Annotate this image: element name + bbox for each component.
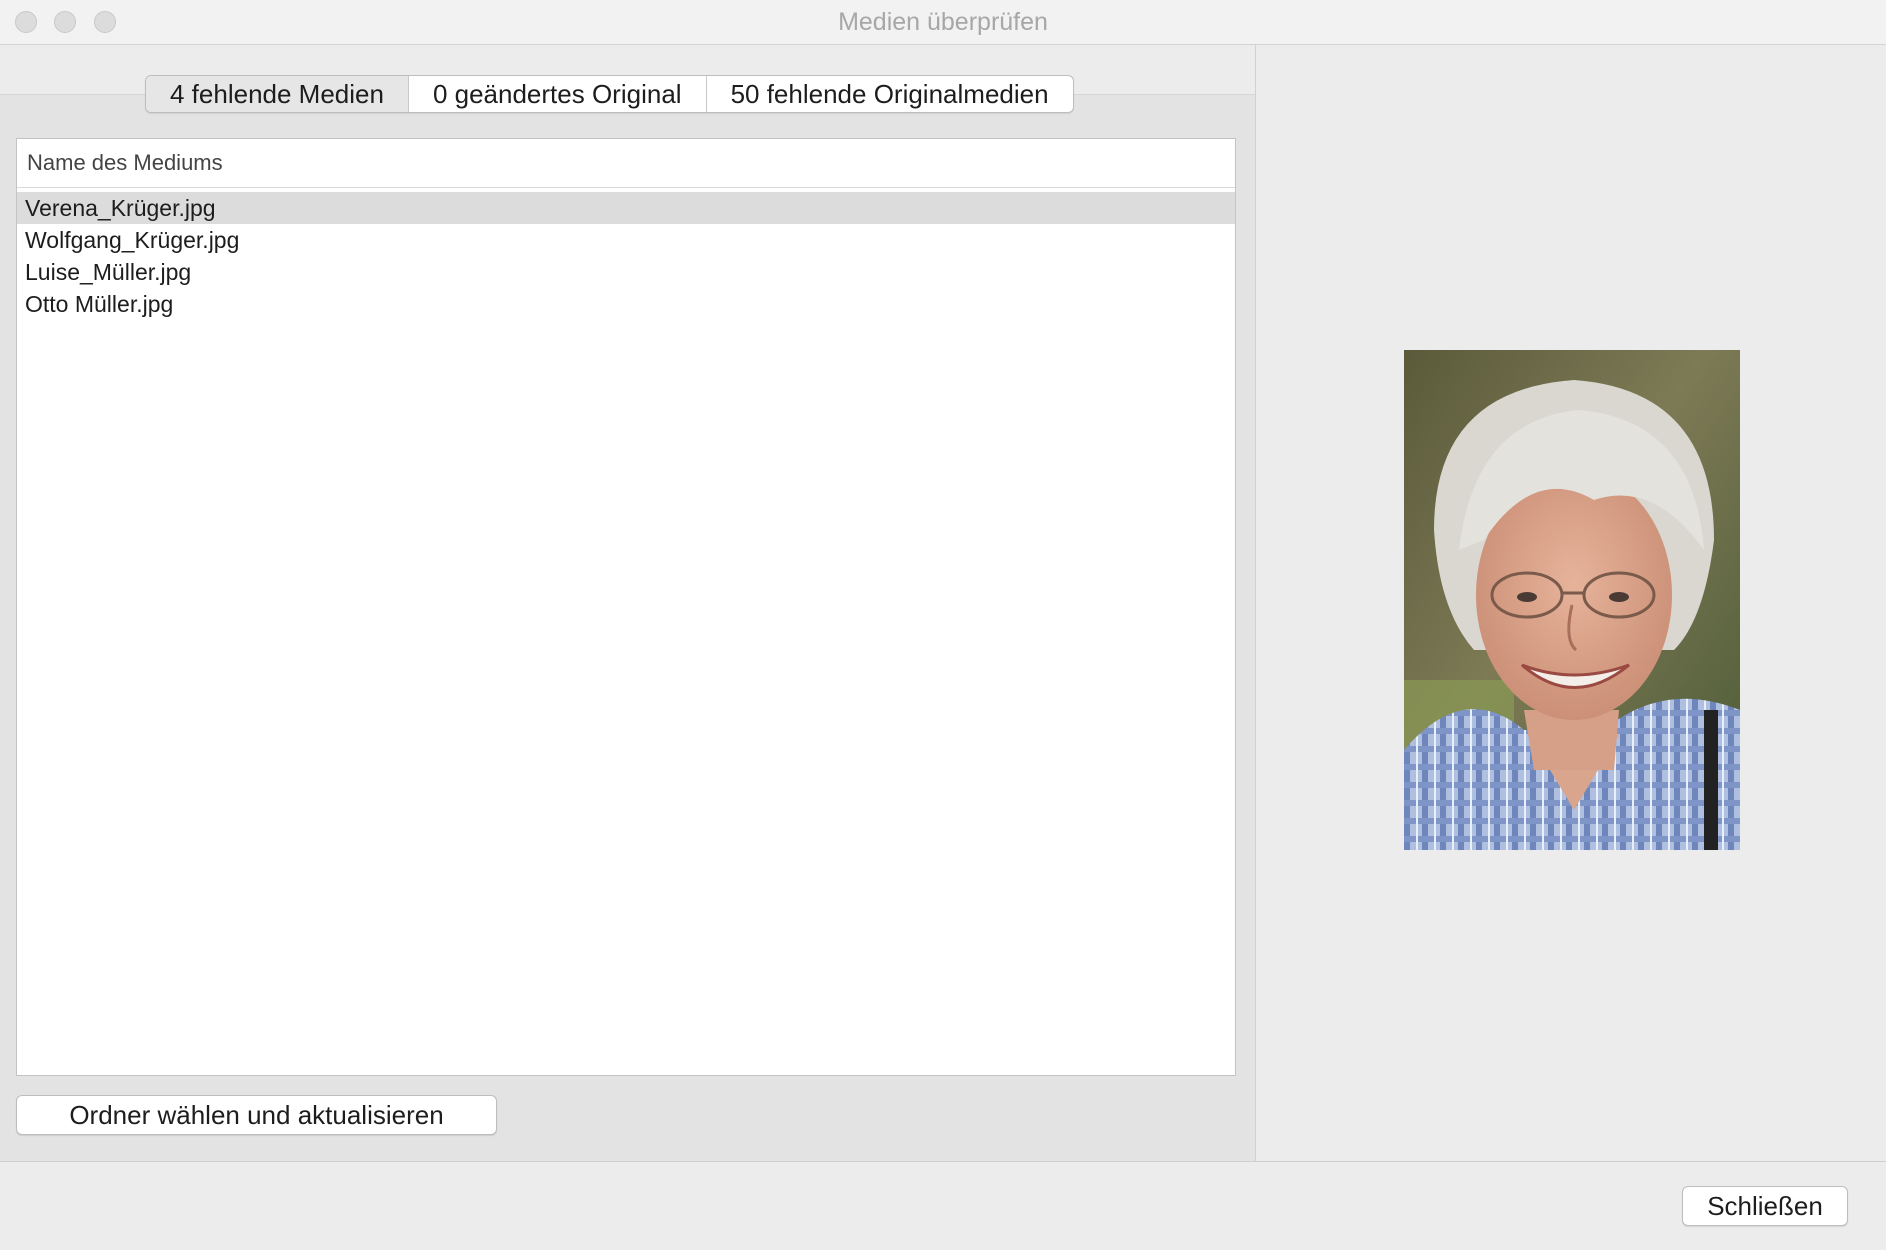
table-row[interactable]: Luise_Müller.jpg — [17, 256, 1235, 288]
table-body: Verena_Krüger.jpg Wolfgang_Krüger.jpg Lu… — [17, 188, 1235, 320]
portrait-photo-icon — [1404, 350, 1740, 850]
table-row[interactable]: Wolfgang_Krüger.jpg — [17, 224, 1235, 256]
tab-bar: 4 fehlende Medien 0 geändertes Original … — [145, 75, 1074, 113]
tab-changed-original[interactable]: 0 geändertes Original — [409, 76, 707, 112]
media-table: Name des Mediums Verena_Krüger.jpg Wolfg… — [16, 138, 1236, 1076]
close-button[interactable]: Schließen — [1682, 1186, 1848, 1226]
window: Medien überprüfen 4 fehlende Medien 0 ge… — [0, 0, 1886, 1250]
table-row[interactable]: Verena_Krüger.jpg — [17, 192, 1235, 224]
tab-missing-media[interactable]: 4 fehlende Medien — [146, 76, 409, 112]
title-bar: Medien überprüfen — [0, 0, 1886, 45]
table-row[interactable]: Otto Müller.jpg — [17, 288, 1235, 320]
column-header-name[interactable]: Name des Mediums — [17, 139, 1235, 188]
pane-divider[interactable] — [1255, 45, 1256, 1161]
bottom-divider — [0, 1161, 1886, 1162]
media-preview-image — [1404, 350, 1740, 850]
window-title: Medien überprüfen — [838, 8, 1048, 36]
choose-folder-button[interactable]: Ordner wählen und aktualisieren — [16, 1095, 497, 1135]
tab-missing-original-media[interactable]: 50 fehlende Originalmedien — [707, 76, 1073, 112]
